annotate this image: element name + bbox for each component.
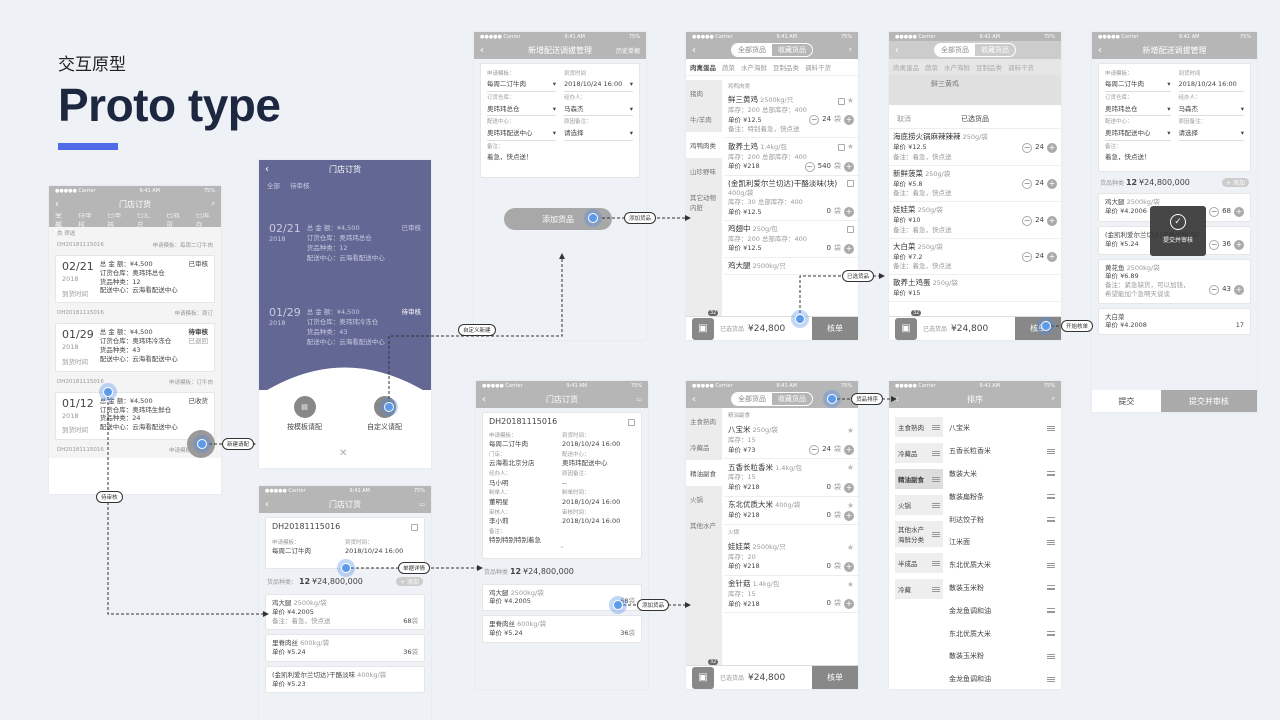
touch-indicator	[791, 310, 809, 328]
flow-tag: 货品排序	[851, 393, 884, 405]
touch-indicator	[99, 383, 117, 401]
touch-indicator	[193, 435, 211, 453]
flow-tag: 开始核单	[1061, 320, 1094, 332]
link-pending	[107, 392, 269, 617]
touch-indicator	[1037, 317, 1055, 335]
flow-tag: 添加货品	[637, 599, 670, 611]
flow-tag: 添加货品	[624, 212, 657, 224]
flow-tag: 新建请配	[222, 438, 255, 450]
flow-connectors	[107, 215, 1091, 617]
flow-tag: 单据详情	[398, 562, 431, 574]
touch-indicator	[380, 398, 398, 416]
touch-indicator	[584, 209, 602, 227]
touch-indicator	[337, 559, 355, 577]
flow-tag: 待审核	[96, 491, 123, 503]
flow-tag: 自定义新建	[458, 324, 496, 336]
flow-tag: 已选货品	[842, 270, 875, 282]
touch-indicator	[609, 596, 627, 614]
touch-indicator	[823, 390, 841, 408]
link-selected	[799, 273, 885, 318]
